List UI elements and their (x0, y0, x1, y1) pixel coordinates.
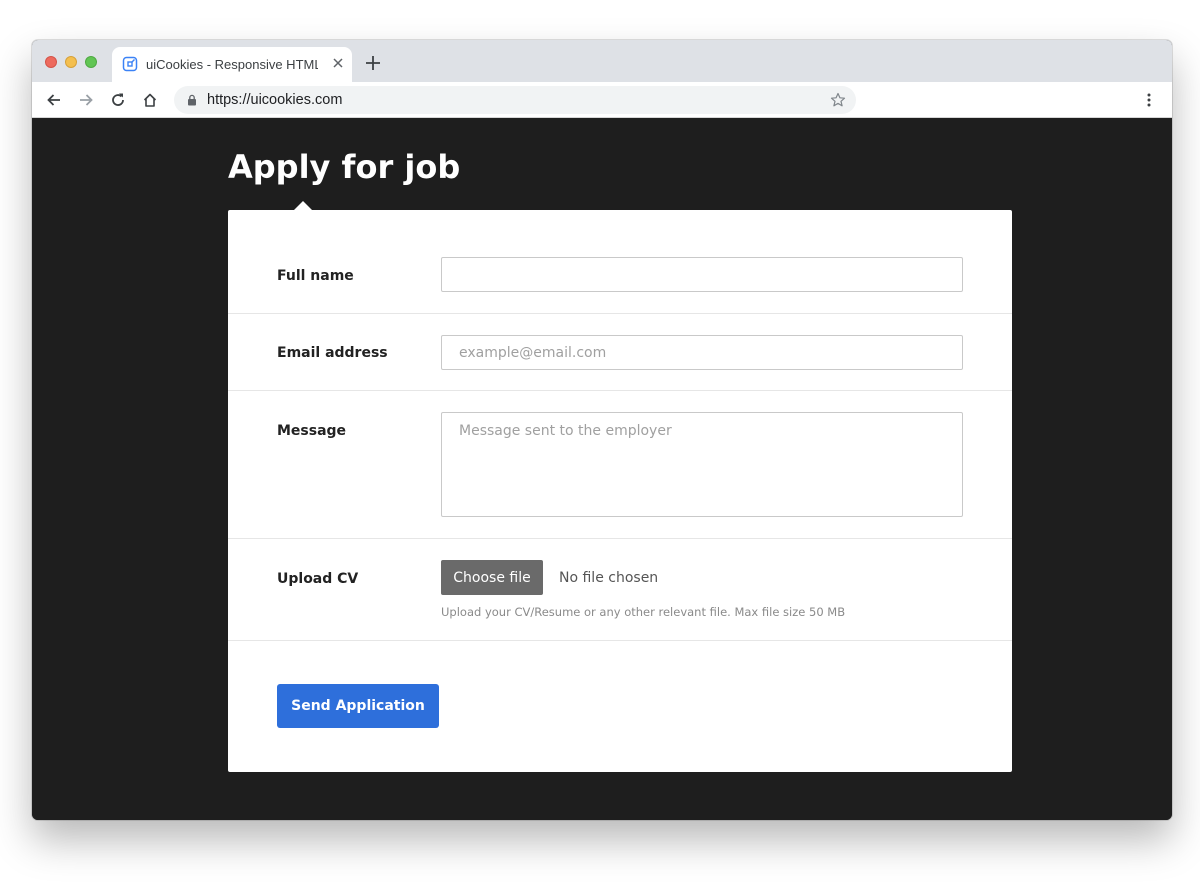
back-arrow-icon[interactable] (46, 92, 62, 108)
close-icon[interactable] (330, 55, 346, 71)
reload-icon[interactable] (110, 92, 126, 108)
browser-window: uiCookies - Responsive HTML https://uico… (32, 40, 1172, 820)
plus-icon[interactable] (365, 55, 381, 71)
send-application-button[interactable]: Send Application (277, 684, 439, 728)
home-icon[interactable] (142, 92, 158, 108)
message-textarea[interactable] (441, 412, 963, 517)
email-label: Email address (277, 345, 388, 361)
tab-bar: uiCookies - Responsive HTML (32, 40, 1172, 82)
upload-row: Upload CV Choose file No file chosen Upl… (228, 539, 1012, 641)
full-name-row: Full name (228, 210, 1012, 314)
browser-toolbar: https://uicookies.com (32, 82, 1172, 118)
lock-icon (188, 94, 196, 106)
tab-title: uiCookies - Responsive HTML (146, 57, 318, 72)
message-row: Message (228, 391, 1012, 539)
upload-help-text: Upload your CV/Resume or any other relev… (441, 605, 846, 619)
page-title: Apply for job (228, 148, 461, 186)
url-text: https://uicookies.com (207, 92, 343, 108)
upload-label: Upload CV (277, 571, 359, 587)
minimize-window-button[interactable] (65, 56, 77, 68)
close-window-button[interactable] (45, 56, 57, 68)
page-content: Apply for job Full name Email address Me… (32, 118, 1172, 820)
favicon-icon (122, 56, 138, 72)
card-pointer (294, 201, 312, 210)
forward-arrow-icon[interactable] (78, 92, 94, 108)
choose-file-button[interactable]: Choose file (441, 560, 543, 595)
full-name-input[interactable] (441, 257, 963, 292)
email-row: Email address (228, 314, 1012, 391)
star-icon[interactable] (830, 92, 846, 108)
maximize-window-button[interactable] (85, 56, 97, 68)
file-status: No file chosen (559, 570, 659, 586)
email-input[interactable] (441, 335, 963, 370)
more-vertical-icon[interactable] (1141, 92, 1157, 108)
browser-tab[interactable]: uiCookies - Responsive HTML (112, 47, 352, 82)
full-name-label: Full name (277, 268, 354, 284)
message-label: Message (277, 423, 347, 439)
application-form: Full name Email address Message Upload C… (228, 210, 1012, 772)
address-bar[interactable]: https://uicookies.com (174, 86, 856, 114)
